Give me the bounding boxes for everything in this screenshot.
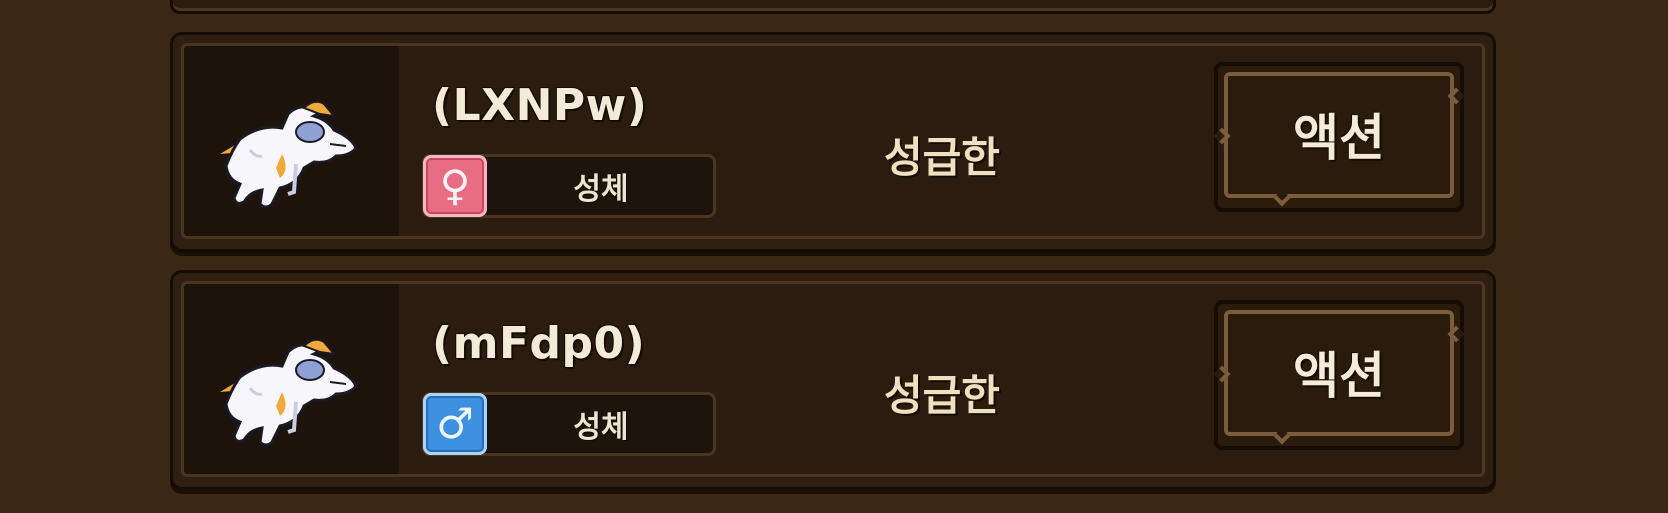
female-icon: ♀ bbox=[423, 155, 487, 217]
action-button[interactable]: 액션 bbox=[1213, 62, 1465, 212]
creature-card: (mFdp0) ♂ 성체 성급한 액션 bbox=[170, 270, 1496, 490]
white-dragon-sprite-icon bbox=[220, 100, 358, 209]
male-icon: ♂ bbox=[423, 393, 487, 455]
creature-name: (mFdp0) bbox=[432, 318, 646, 369]
female-symbol: ♀ bbox=[439, 161, 471, 210]
previous-card-edge bbox=[170, 0, 1496, 14]
action-button-label: 액션 bbox=[1293, 109, 1385, 167]
growth-stage-label: 성체 bbox=[573, 172, 629, 207]
gender-stage-badge: ♂ 성체 bbox=[422, 392, 716, 456]
creature-list: (LXNPw) ♀ 성체 성급한 액션 (mFdp0) ♂ 성체 성급한 액션 bbox=[0, 0, 1668, 513]
personality-trait: 성급한 bbox=[884, 133, 1000, 182]
gender-stage-badge: ♀ 성체 bbox=[422, 154, 716, 218]
creature-card-body: (LXNPw) ♀ 성체 성급한 액션 bbox=[181, 43, 1485, 239]
white-dragon-sprite-icon bbox=[220, 338, 358, 447]
male-symbol: ♂ bbox=[436, 399, 474, 448]
action-button-label: 액션 bbox=[1293, 347, 1385, 405]
creature-card-body: (mFdp0) ♂ 성체 성급한 액션 bbox=[181, 281, 1485, 477]
creature-portrait bbox=[184, 46, 399, 236]
creature-name: (LXNPw) bbox=[432, 80, 648, 131]
growth-stage-label: 성체 bbox=[573, 410, 629, 445]
creature-card: (LXNPw) ♀ 성체 성급한 액션 bbox=[170, 32, 1496, 252]
personality-trait: 성급한 bbox=[884, 371, 1000, 420]
creature-portrait bbox=[184, 284, 399, 474]
action-button[interactable]: 액션 bbox=[1213, 300, 1465, 450]
